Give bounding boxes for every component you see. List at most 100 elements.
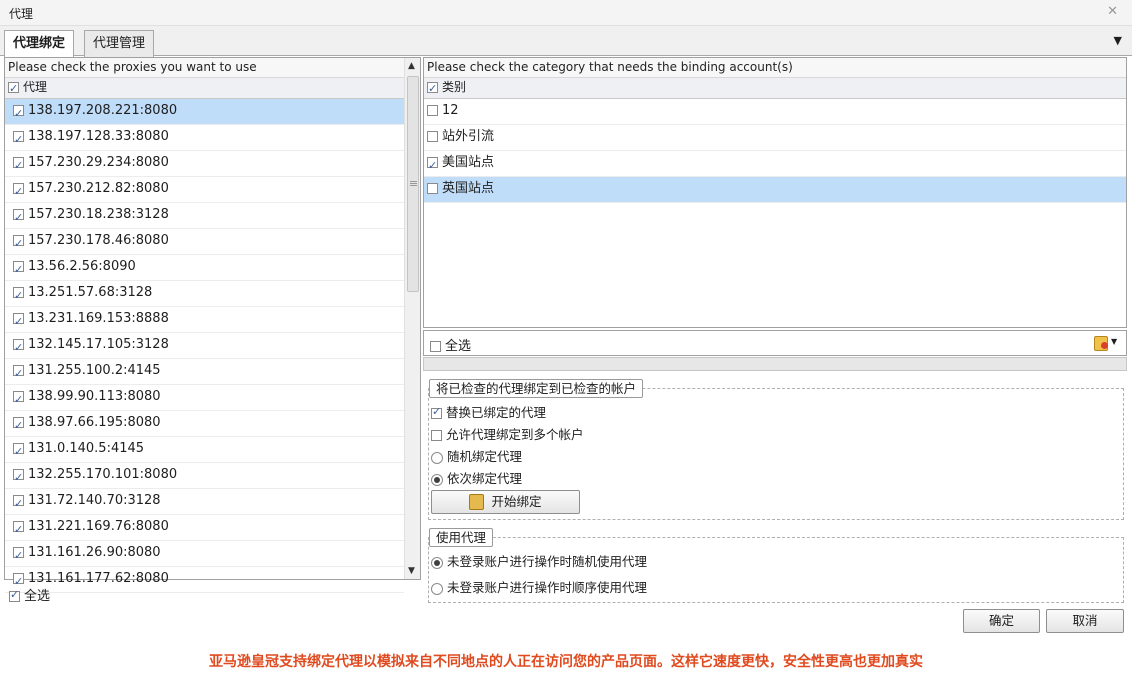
allow-multi-label: 允许代理绑定到多个帐户 [446, 427, 584, 442]
proxy-label: 131.161.26.90:8080 [28, 545, 161, 560]
random-bind-option[interactable]: 随机绑定代理 [431, 446, 522, 465]
proxy-row[interactable]: 157.230.212.82:8080 [5, 177, 404, 204]
category-label: 站外引流 [442, 129, 495, 144]
proxy-checkbox[interactable] [13, 518, 24, 542]
proxy-label: 131.72.140.70:3128 [28, 493, 161, 508]
replace-bound-option[interactable]: 替换已绑定的代理 [431, 402, 546, 421]
sequential-bind-label: 依次绑定代理 [447, 471, 523, 486]
proxy-row[interactable]: 131.161.26.90:8080 [5, 541, 404, 568]
proxy-checkbox[interactable] [13, 466, 24, 490]
use-sequential-radio[interactable] [431, 582, 443, 595]
random-bind-label: 随机绑定代理 [447, 449, 523, 464]
window-title: 代理 [9, 7, 34, 21]
proxy-checkbox[interactable] [13, 388, 24, 412]
category-label: 12 [442, 103, 459, 118]
proxies-select-all-checkbox[interactable] [9, 588, 20, 602]
use-sequential-option[interactable]: 未登录账户进行操作时顺序使用代理 [431, 577, 647, 596]
proxy-checkbox[interactable] [13, 310, 24, 334]
proxy-checkbox[interactable] [13, 232, 24, 256]
category-header-checkbox[interactable] [427, 79, 438, 98]
category-tools-icon[interactable]: ▼ [1094, 334, 1118, 352]
use-random-radio[interactable] [431, 556, 443, 569]
category-select-all-label: 全选 [445, 339, 472, 354]
proxy-row[interactable]: 132.255.170.101:8080 [5, 463, 404, 490]
category-column-header[interactable]: 类别 [424, 78, 1126, 99]
proxy-label: 13.231.169.153:8888 [28, 311, 169, 326]
proxy-checkbox[interactable] [13, 206, 24, 230]
proxy-row[interactable]: 131.255.100.2:4145 [5, 359, 404, 386]
bind-group-title: 将已检查的代理绑定到已检查的帐户 [429, 379, 644, 398]
splitter[interactable] [423, 357, 1127, 371]
scroll-up-icon[interactable]: ▲ [408, 61, 415, 71]
proxy-row[interactable]: 157.230.29.234:8080 [5, 151, 404, 178]
proxy-label: 157.230.178.46:8080 [28, 233, 169, 248]
sequential-bind-radio[interactable] [431, 473, 443, 486]
category-row[interactable]: 站外引流 [424, 125, 1126, 151]
tab-menu-arrow-icon[interactable]: ▼ [1114, 34, 1122, 47]
proxy-checkbox[interactable] [13, 258, 24, 282]
allow-multi-checkbox[interactable] [431, 430, 442, 441]
proxy-row[interactable]: 157.230.18.238:3128 [5, 203, 404, 230]
proxy-label: 131.221.169.76:8080 [28, 519, 169, 534]
category-checkbox[interactable] [427, 183, 438, 194]
close-icon[interactable]: ✕ [1107, 4, 1118, 19]
cancel-button[interactable]: 取消 [1046, 609, 1124, 633]
category-checkbox[interactable] [427, 154, 438, 178]
random-bind-radio[interactable] [431, 451, 443, 464]
proxies-column-header[interactable]: 代理 [5, 78, 404, 99]
proxy-checkbox[interactable] [13, 414, 24, 438]
category-row[interactable]: 英国站点 [424, 177, 1126, 203]
category-list: 12 站外引流美国站点英国站点 [424, 99, 1126, 203]
proxies-hint: Please check the proxies you want to use [5, 58, 404, 78]
proxy-label: 131.161.177.62:8080 [28, 571, 169, 586]
proxy-checkbox[interactable] [13, 180, 24, 204]
category-checkbox[interactable] [427, 131, 438, 142]
use-sequential-label: 未登录账户进行操作时顺序使用代理 [447, 580, 648, 595]
category-label: 美国站点 [442, 155, 495, 170]
proxy-row[interactable]: 131.161.177.62:8080 [5, 567, 404, 594]
category-row[interactable]: 美国站点 [424, 151, 1126, 178]
proxy-row[interactable]: 13.231.169.153:8888 [5, 307, 404, 334]
proxies-scrollbar[interactable]: ▲ ▼ [404, 58, 420, 579]
proxies-header-checkbox[interactable] [8, 79, 19, 98]
category-row[interactable]: 12 [424, 99, 1126, 125]
proxy-checkbox[interactable] [13, 102, 24, 126]
proxy-row[interactable]: 131.72.140.70:3128 [5, 489, 404, 516]
proxy-row[interactable]: 131.0.140.5:4145 [5, 437, 404, 464]
scroll-thumb[interactable] [407, 76, 419, 292]
allow-multi-option[interactable]: 允许代理绑定到多个帐户 [431, 424, 584, 443]
ok-button[interactable]: 确定 [963, 609, 1040, 633]
proxy-checkbox[interactable] [13, 284, 24, 308]
replace-bound-checkbox[interactable] [431, 405, 442, 419]
proxy-checkbox[interactable] [13, 492, 24, 516]
proxy-row[interactable]: 13.56.2.56:8090 [5, 255, 404, 282]
title-bar: 代理 ✕ [0, 0, 1132, 26]
tab-proxy-management[interactable]: 代理管理 [84, 30, 155, 57]
proxy-row[interactable]: 132.145.17.105:3128 [5, 333, 404, 360]
proxy-checkbox[interactable] [13, 336, 24, 360]
proxy-row[interactable]: 131.221.169.76:8080 [5, 515, 404, 542]
proxy-label: 157.230.29.234:8080 [28, 155, 169, 170]
start-binding-button[interactable]: 开始绑定 [431, 490, 580, 514]
proxy-checkbox[interactable] [13, 570, 24, 594]
proxy-checkbox[interactable] [13, 362, 24, 386]
proxy-checkbox[interactable] [13, 154, 24, 178]
proxy-checkbox[interactable] [13, 128, 24, 152]
proxy-row[interactable]: 13.251.57.68:3128 [5, 281, 404, 308]
proxy-row[interactable]: 138.97.66.195:8080 [5, 411, 404, 438]
scroll-down-icon[interactable]: ▼ [408, 566, 415, 576]
category-checkbox[interactable] [427, 105, 438, 116]
start-binding-label: 开始绑定 [491, 494, 542, 509]
sequential-bind-option[interactable]: 依次绑定代理 [431, 468, 522, 487]
proxies-select-all[interactable]: 全选 [9, 585, 50, 604]
proxy-row[interactable]: 138.99.90.113:8080 [5, 385, 404, 412]
proxy-row[interactable]: 138.197.128.33:8080 [5, 125, 404, 152]
use-random-option[interactable]: 未登录账户进行操作时随机使用代理 [431, 551, 647, 570]
tab-proxy-binding[interactable]: 代理绑定 [4, 30, 75, 58]
category-select-all-checkbox[interactable] [430, 341, 441, 352]
proxy-checkbox[interactable] [13, 440, 24, 464]
proxy-row[interactable]: 138.197.208.221:8080 [5, 99, 404, 126]
proxy-checkbox[interactable] [13, 544, 24, 568]
category-select-all[interactable]: 全选 [430, 335, 471, 354]
proxy-row[interactable]: 157.230.178.46:8080 [5, 229, 404, 256]
